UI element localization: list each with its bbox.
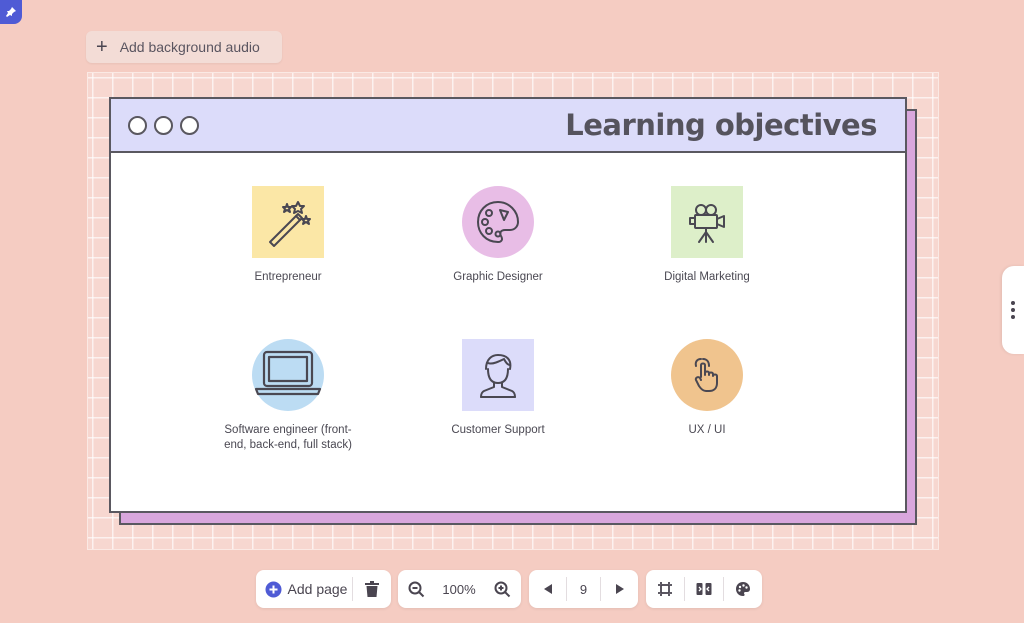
plus-icon: + xyxy=(96,36,108,58)
objective-software-engineer[interactable]: Software engineer (front- end, back-end,… xyxy=(198,339,378,453)
page-navigation-group: 9 xyxy=(529,570,638,608)
add-background-audio-button[interactable]: + Add background audio xyxy=(86,31,282,63)
side-panel-handle[interactable] xyxy=(1002,266,1024,354)
fit-to-screen-button[interactable] xyxy=(646,570,684,608)
delete-page-button[interactable] xyxy=(353,570,391,608)
zoom-in-button[interactable] xyxy=(484,570,520,608)
objective-label: Software engineer (front- end, back-end,… xyxy=(198,423,378,453)
slide-title[interactable]: Learning objectives xyxy=(565,108,877,142)
add-page-label: Add page xyxy=(287,581,348,597)
magic-wand-icon xyxy=(252,186,324,258)
objective-customer-support[interactable]: Customer Support xyxy=(408,339,588,438)
objective-label-line: end, back-end, full stack) xyxy=(224,439,352,451)
theme-button[interactable] xyxy=(724,570,762,608)
laptop-icon xyxy=(252,339,324,411)
zoom-level[interactable]: 100% xyxy=(434,570,484,608)
palette-icon xyxy=(462,186,534,258)
objective-label: Customer Support xyxy=(451,424,545,436)
page-actions-group: Add page xyxy=(256,570,391,608)
window-dot xyxy=(154,115,173,135)
split-view-button[interactable] xyxy=(685,570,723,608)
more-dot xyxy=(1011,308,1015,312)
objective-label: Graphic Designer xyxy=(453,271,543,283)
more-dot xyxy=(1011,315,1015,319)
objective-ux-ui[interactable]: UX / UI xyxy=(617,339,797,438)
objective-graphic-designer[interactable]: Graphic Designer xyxy=(408,186,588,285)
pointer-hand-icon xyxy=(671,339,743,411)
window-titlebar: Learning objectives xyxy=(111,99,905,153)
previous-page-button[interactable] xyxy=(529,570,566,608)
window-dots xyxy=(128,115,199,135)
zoom-out-button[interactable] xyxy=(398,570,434,608)
objective-label: Digital Marketing xyxy=(664,271,750,283)
add-background-audio-label: Add background audio xyxy=(119,39,260,55)
add-circle-icon xyxy=(265,581,282,597)
split-view-icon xyxy=(696,583,712,595)
slide-window[interactable]: Learning objectives Entrepreneur Graphic… xyxy=(109,97,907,513)
objective-label: UX / UI xyxy=(688,424,726,436)
palette-icon xyxy=(736,582,750,596)
next-page-button[interactable] xyxy=(601,570,638,608)
objective-label: Entrepreneur xyxy=(254,271,322,283)
window-dot xyxy=(128,115,147,135)
objective-label-line: Software engineer (front- xyxy=(224,424,352,436)
objective-digital-marketing[interactable]: Digital Marketing xyxy=(617,186,797,285)
add-page-button[interactable]: Add page xyxy=(256,570,352,608)
page-number[interactable]: 9 xyxy=(567,570,600,608)
trash-icon xyxy=(365,581,379,597)
window-dot xyxy=(180,115,199,135)
zoom-group: 100% xyxy=(398,570,521,608)
zoom-in-icon xyxy=(494,581,510,597)
more-dot xyxy=(1011,301,1015,305)
zoom-out-icon xyxy=(408,581,424,597)
pin-icon[interactable] xyxy=(0,0,22,24)
person-icon xyxy=(462,339,534,411)
objective-entrepreneur[interactable]: Entrepreneur xyxy=(198,186,378,285)
fit-screen-icon xyxy=(658,582,672,596)
triangle-right-icon xyxy=(615,584,624,594)
triangle-left-icon xyxy=(543,584,552,594)
view-tools-group xyxy=(646,570,762,608)
video-camera-icon xyxy=(671,186,743,258)
